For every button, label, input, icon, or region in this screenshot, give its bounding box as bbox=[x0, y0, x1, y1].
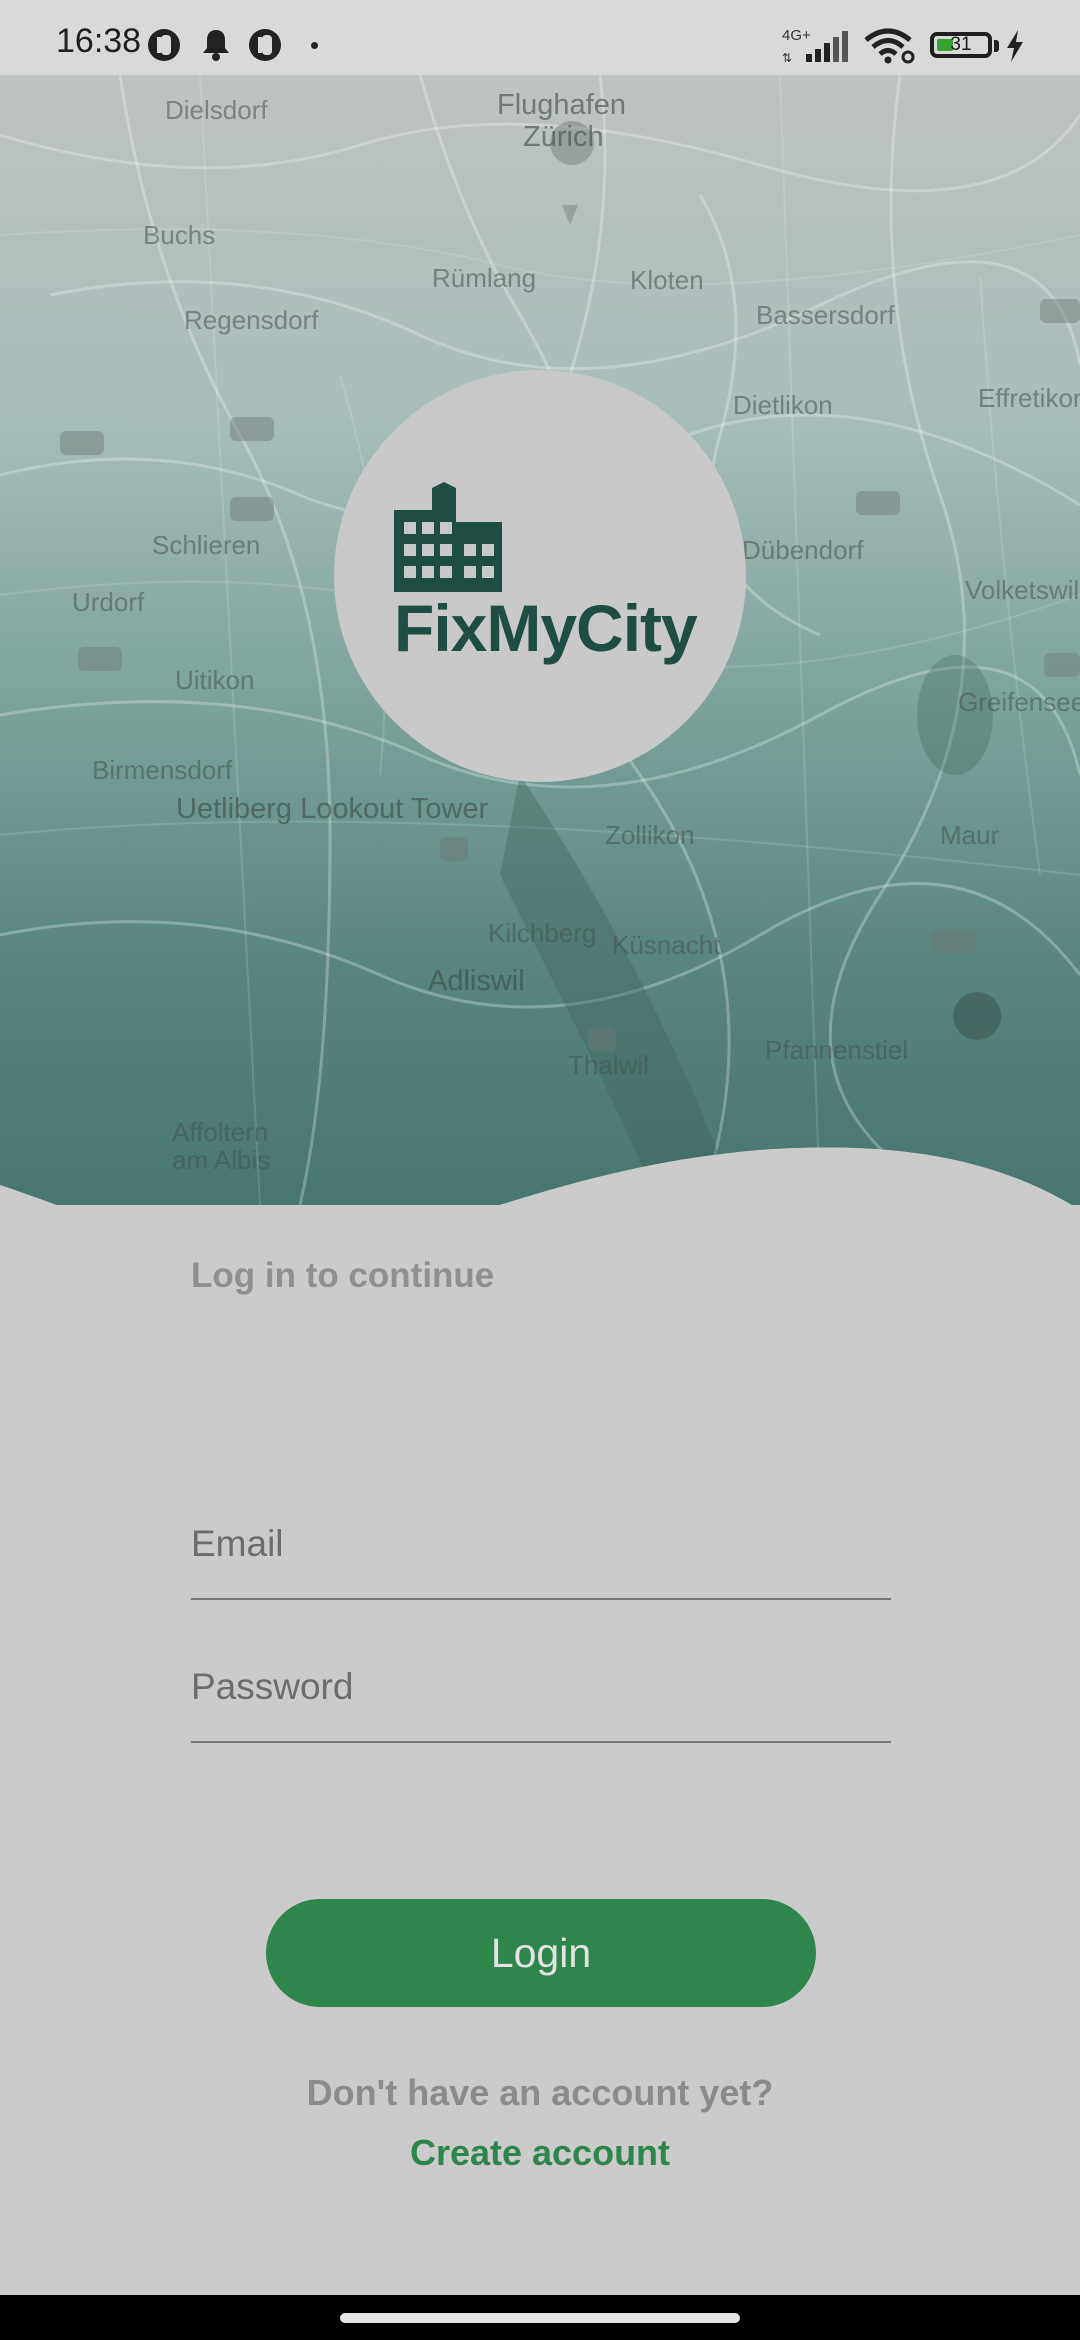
map-label: Urdorf bbox=[72, 587, 145, 617]
bell-icon bbox=[203, 30, 229, 61]
map-label: Volketswil bbox=[965, 575, 1080, 605]
map-label: Dübendorf bbox=[742, 535, 864, 565]
map-label: Küsnacht bbox=[612, 930, 721, 960]
map-label: Pfannenstiel bbox=[765, 1035, 909, 1065]
svg-text:⇅: ⇅ bbox=[782, 51, 792, 64]
map-label: Schlieren bbox=[152, 530, 261, 560]
map-label: Kilchberg bbox=[488, 918, 597, 948]
wave-divider bbox=[0, 1147, 1080, 1205]
app-logo: FixMyCity bbox=[334, 370, 746, 782]
wifi-icon bbox=[864, 28, 915, 64]
map-label: Dielsdorf bbox=[165, 95, 268, 125]
map-label: Uetliberg Lookout Tower bbox=[176, 793, 489, 825]
battery-level: 31 bbox=[950, 34, 972, 55]
map-label: Greifensee bbox=[958, 687, 1080, 717]
map-label: Regensdorf bbox=[184, 305, 319, 335]
map-label: Zürich bbox=[523, 121, 604, 153]
email-field[interactable] bbox=[191, 1508, 891, 1600]
map-label: Maur bbox=[940, 820, 1000, 850]
map-label: Uitikon bbox=[175, 665, 255, 695]
signal-icon: ⇅ bbox=[782, 31, 848, 64]
map-label: Flughafen bbox=[497, 89, 626, 121]
app-notification-icon bbox=[249, 29, 281, 61]
building-icon bbox=[394, 482, 502, 592]
map-label: Rümlang bbox=[432, 263, 537, 293]
map-label: Zollikon bbox=[605, 820, 695, 850]
login-subtitle: Log in to continue bbox=[191, 1256, 495, 1295]
create-account-link[interactable]: Create account bbox=[0, 2132, 1080, 2174]
notification-dot bbox=[311, 42, 318, 49]
map-label: Birmensdorf bbox=[92, 755, 233, 785]
status-time: 16:38 bbox=[56, 22, 142, 60]
map-label: Effretikon bbox=[978, 383, 1080, 413]
battery-icon: 31 bbox=[930, 32, 992, 58]
no-account-text: Don't have an account yet? bbox=[306, 2072, 774, 2113]
battery-tip bbox=[994, 40, 999, 52]
status-bar: 16:38 4G+ ⇅ 31 bbox=[0, 0, 1080, 75]
login-button[interactable]: Login bbox=[266, 1899, 816, 2007]
map-label: Bassersdorf bbox=[756, 300, 895, 330]
app-name: FixMyCity bbox=[394, 591, 698, 665]
app-notification-icon bbox=[148, 29, 180, 61]
charging-icon bbox=[1007, 30, 1023, 62]
map-label: Buchs bbox=[143, 220, 216, 250]
map-label: Dietlikon bbox=[733, 390, 833, 420]
map-label: Kloten bbox=[630, 265, 704, 295]
password-field[interactable] bbox=[191, 1651, 891, 1743]
home-indicator[interactable] bbox=[340, 2313, 740, 2323]
map-label: Adliswil bbox=[428, 965, 525, 997]
